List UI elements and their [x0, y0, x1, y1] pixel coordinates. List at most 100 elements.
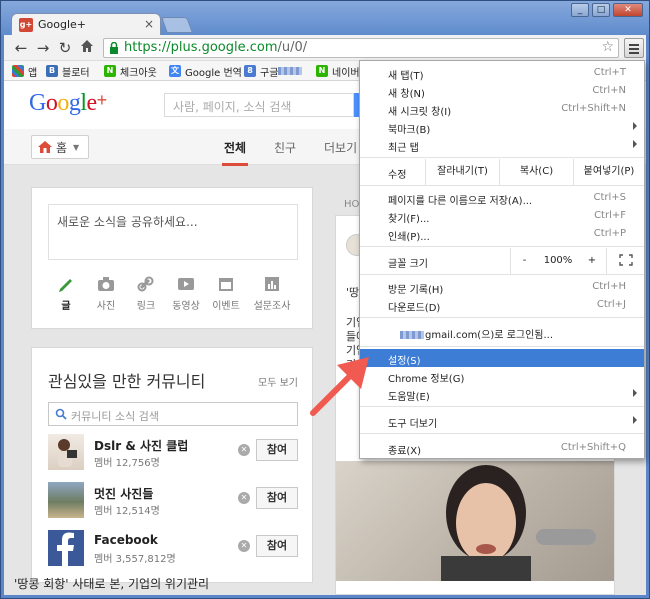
address-bar[interactable]: https://plus.google.com/u/0/ ☆ [103, 38, 619, 58]
back-arrow-icon[interactable]: ← [12, 39, 30, 57]
community-name[interactable]: Dslr & 사진 클럽 [94, 437, 188, 454]
community-members: 멤버 12,514명 [94, 506, 160, 517]
chrome-menu-button[interactable] [624, 38, 644, 58]
maximize-button[interactable]: □ [592, 3, 610, 17]
zoom-in-button[interactable]: + [578, 248, 606, 274]
bookmark-checkout[interactable]: N 체크아웃 [104, 64, 157, 79]
menu-downloads[interactable]: 다운로드(D) Ctrl+J [360, 296, 644, 314]
dismiss-icon[interactable]: ✕ [238, 444, 250, 456]
dismiss-icon[interactable]: ✕ [238, 540, 250, 552]
share-photo-button[interactable]: 사진 [86, 276, 126, 312]
redacted-text [400, 331, 424, 339]
share-action-label: 이벤트 [212, 301, 240, 312]
menu-help[interactable]: 도움말(E) [360, 385, 644, 403]
facebook-logo-icon[interactable] [48, 530, 84, 566]
browser-tab[interactable]: g+ Google+ × [11, 13, 161, 35]
new-tab-button[interactable] [161, 17, 193, 33]
signed-in-text: gmail.com(으)로 로그인됨... [400, 326, 553, 341]
communities-title: 관심있을 만한 커뮤니티 [48, 372, 206, 391]
menu-exit[interactable]: 종료(X) Ctrl+Shift+Q [360, 439, 644, 457]
title-bar: g+ Google+ × _ □ ✕ [1, 1, 649, 35]
bookmark-naver[interactable]: N 네이버 [316, 64, 360, 79]
tab-more[interactable]: 더보기 [324, 139, 357, 156]
naver-icon: N [104, 65, 116, 77]
menu-print[interactable]: 인쇄(P)... Ctrl+P [360, 225, 644, 243]
gplus-search-input[interactable]: 사람, 페이지, 소식 검색 [164, 93, 354, 117]
menu-cut-button[interactable]: 잘라내기(T) [425, 159, 499, 185]
menu-find[interactable]: 찾기(F)... Ctrl+F [360, 207, 644, 225]
post-photo[interactable] [336, 461, 614, 586]
community-name[interactable]: Facebook [94, 533, 158, 547]
menu-shortcut: Ctrl+P [593, 228, 626, 239]
calendar-icon [219, 278, 233, 291]
menu-label: 최근 탭 [388, 143, 419, 154]
share-link-button[interactable]: 링크 [126, 276, 166, 312]
community-search-input[interactable]: 커뮤니티 소식 검색 [48, 402, 298, 426]
post-caption[interactable]: '땅콩 회항' 사태로 본, 기업의 위기관리 [14, 575, 209, 592]
join-button[interactable]: 참여 [256, 487, 298, 509]
dismiss-icon[interactable]: ✕ [238, 492, 250, 504]
annotation-arrow-icon [310, 357, 369, 416]
minimize-button[interactable]: _ [571, 3, 589, 17]
menu-label: 도움말(E) [388, 392, 430, 403]
apps-icon [12, 65, 24, 77]
zoom-out-button[interactable]: - [510, 248, 538, 274]
tab-friends[interactable]: 친구 [274, 139, 296, 156]
share-input[interactable]: 새로운 소식을 공유하세요... [48, 204, 298, 260]
menu-history[interactable]: 방문 기록(H) Ctrl+H [360, 278, 644, 296]
reload-icon[interactable]: ↻ [56, 39, 74, 57]
menu-recent-tabs[interactable]: 최근 탭 [360, 136, 644, 154]
community-name[interactable]: 멋진 사진들 [94, 485, 153, 502]
menu-separator [360, 433, 644, 434]
bookmark-translate[interactable]: 文 Google 번역 [169, 64, 242, 79]
share-video-button[interactable]: 동영상 [166, 276, 206, 312]
tab-all[interactable]: 전체 [221, 139, 249, 166]
menu-settings[interactable]: 설정(S) [360, 349, 644, 367]
home-icon[interactable] [78, 39, 96, 57]
url-text: https://plus.google.com/u/0/ [124, 40, 307, 55]
menu-about-chrome[interactable]: Chrome 정보(G) [360, 367, 644, 385]
communities-see-all-link[interactable]: 모두 보기 [258, 374, 298, 389]
menu-label: 페이지를 다른 이름으로 저장(A)... [388, 196, 533, 207]
menu-incognito[interactable]: 새 시크릿 창(I) Ctrl+Shift+N [360, 100, 644, 118]
fullscreen-icon[interactable] [606, 248, 644, 274]
search-icon [55, 408, 67, 420]
bloter-icon: B [46, 65, 58, 77]
community-row: 멋진 사진들 멤버 12,514명 ✕ 참여 [48, 482, 298, 520]
share-text-button[interactable]: 글 [46, 276, 86, 312]
community-members: 멤버 12,756명 [94, 458, 160, 469]
post-snippet: '땅 [346, 286, 360, 299]
share-event-button[interactable]: 이벤트 [206, 276, 246, 312]
menu-signed-in[interactable]: gmail.com(으)로 로그인됨... [360, 323, 644, 341]
zoom-level: 100% [543, 255, 573, 266]
menu-paste-button[interactable]: 붙여넣기(P) [573, 159, 644, 185]
lock-icon [110, 42, 118, 54]
share-poll-button[interactable]: 설문조사 [252, 276, 292, 312]
home-dropdown[interactable]: 홈 ▼ [31, 135, 89, 159]
menu-separator [360, 406, 644, 407]
join-button[interactable]: 참여 [256, 535, 298, 557]
bookmark-apps[interactable]: 앱 [12, 64, 38, 79]
google-plus-logo[interactable]: Google+ [29, 90, 107, 117]
bookmark-star-icon[interactable]: ☆ [601, 39, 614, 55]
submenu-arrow-icon [633, 389, 637, 397]
menu-new-tab[interactable]: 새 탭(T) Ctrl+T [360, 64, 644, 82]
menu-bookmarks[interactable]: 북마크(B) [360, 118, 644, 136]
bookmark-label: 앱 [28, 67, 38, 79]
community-thumbnail[interactable] [48, 482, 84, 518]
url-secure-part: https://plus.google.com [124, 40, 278, 55]
menu-save-as[interactable]: 페이지를 다른 이름으로 저장(A)... Ctrl+S [360, 189, 644, 207]
forward-arrow-icon[interactable]: → [34, 39, 52, 57]
close-window-button[interactable]: ✕ [613, 3, 643, 17]
menu-new-window[interactable]: 새 창(N) Ctrl+N [360, 82, 644, 100]
menu-separator [360, 317, 644, 318]
menu-more-tools[interactable]: 도구 더보기 [360, 412, 644, 430]
community-thumbnail[interactable] [48, 434, 84, 470]
menu-copy-button[interactable]: 복사(C) [499, 159, 573, 185]
join-button[interactable]: 참여 [256, 439, 298, 461]
bookmark-google[interactable]: 8 구글 [244, 64, 303, 79]
bookmark-label: 구글 [260, 67, 279, 79]
share-action-label: 동영상 [172, 301, 200, 312]
tab-close-icon[interactable]: × [144, 17, 154, 31]
bookmark-bloter[interactable]: B 블로터 [46, 64, 90, 79]
